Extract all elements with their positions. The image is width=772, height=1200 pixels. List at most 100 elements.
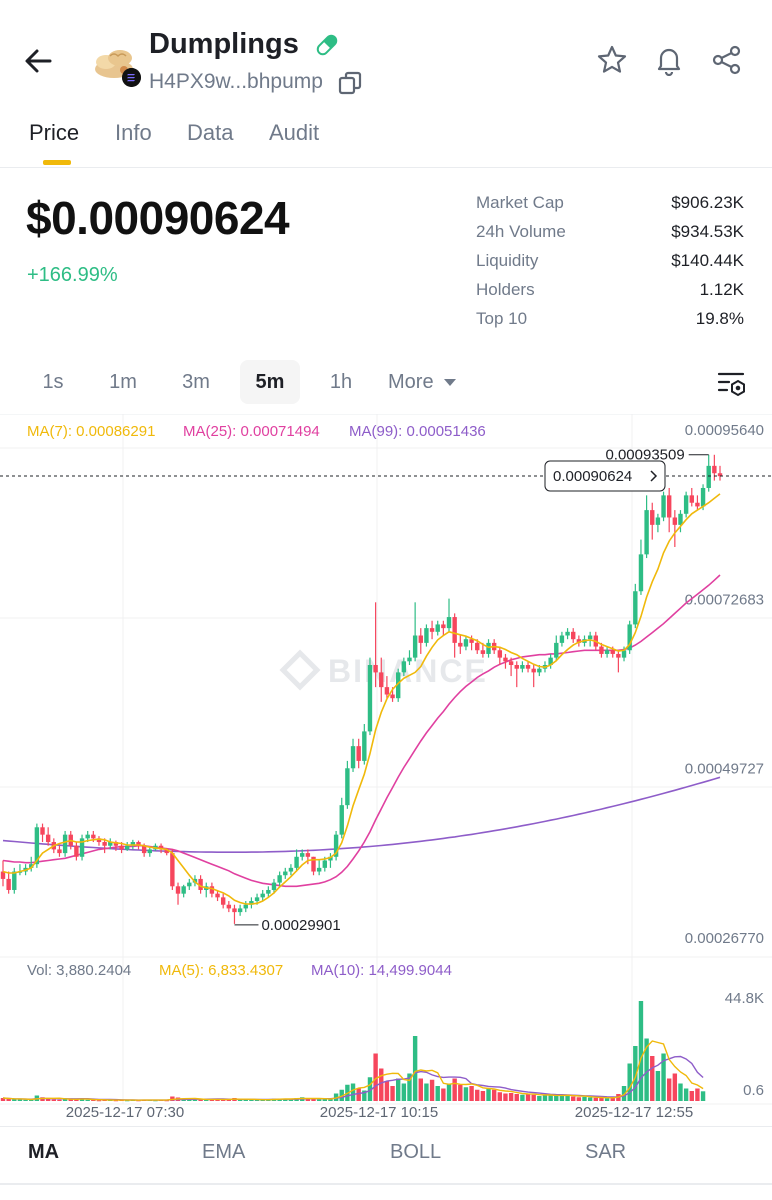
active-tab-indicator [43, 160, 71, 165]
candle-body [277, 875, 282, 883]
candle-body [57, 849, 62, 854]
volume-bars [0, 1001, 706, 1102]
interval-1h[interactable]: 1h [318, 360, 364, 404]
candle-body [266, 889, 271, 894]
candle-body [91, 834, 96, 839]
ma-legend: MA(7): 0.00086291 MA(25): 0.00071494 MA(… [27, 423, 486, 440]
stat-label: 24h Volume [476, 222, 566, 241]
candle-body [254, 897, 260, 902]
interval-1m[interactable]: 1m [98, 360, 148, 404]
candle-body [220, 897, 226, 905]
volume-bar [51, 1099, 57, 1101]
volume-bar [412, 1036, 418, 1101]
candle-body [486, 642, 491, 654]
volume-bar [627, 1063, 632, 1101]
y-axis-ticks: 0.000956400.000726830.000497270.00026770 [685, 422, 764, 947]
stat-value: $906.23K [671, 193, 744, 212]
candle-body [226, 904, 232, 909]
volume-bar [469, 1086, 474, 1101]
volume-bar [537, 1096, 542, 1101]
bell-icon[interactable] [653, 44, 685, 76]
volume-bar [666, 1078, 672, 1101]
high-low-markers: 0.00093509 0.00029901 [234, 447, 709, 934]
stat-label: Liquidity [476, 251, 539, 270]
candle-body [232, 908, 237, 913]
candle-body [650, 510, 655, 525]
interval-selector: 1s 1m 3m 5m 1h More [0, 360, 772, 406]
candle-body [554, 642, 559, 658]
tab-data[interactable]: Data [187, 120, 233, 146]
candle-body [480, 650, 486, 654]
candle-body [322, 860, 328, 868]
candle-body [525, 665, 531, 669]
candle-body [243, 904, 248, 909]
volume-legend-vol: Vol: 3,880.2404 [27, 962, 131, 979]
chart-settings-icon[interactable] [717, 370, 747, 398]
candle-body [644, 510, 649, 555]
volume-tick-max: 44.8K [725, 990, 764, 1007]
candle-body [604, 650, 610, 654]
candle-body [706, 465, 711, 488]
candle-body [175, 886, 181, 894]
indicator-ma[interactable]: MA [28, 1141, 59, 1164]
volume-bar [85, 1099, 90, 1101]
candle-body [181, 886, 186, 894]
volume-bar [57, 1099, 62, 1101]
volume-bar [525, 1094, 531, 1101]
candle-body [362, 731, 367, 761]
bottom-divider [0, 1183, 772, 1185]
candle-body [633, 591, 638, 625]
candle-body [300, 853, 305, 857]
volume-bar [542, 1094, 548, 1101]
price-chart[interactable]: BINANCE MA(7): 0.00086291 MA(25): 0.0007… [0, 414, 772, 1126]
interval-more[interactable]: More [388, 360, 484, 404]
volume-bar [514, 1094, 519, 1101]
interval-5m[interactable]: 5m [240, 360, 300, 404]
tab-audit[interactable]: Audit [269, 120, 319, 146]
candle-body [571, 631, 576, 640]
volume-bar [520, 1094, 525, 1101]
volume-tick-min: 0.6 [743, 1082, 764, 1099]
candle-body [700, 487, 706, 507]
volume-bar [593, 1097, 598, 1101]
candle-body [384, 687, 390, 695]
candle-body [672, 517, 678, 525]
candle-body [316, 867, 322, 872]
stat-liquidity: Liquidity $140.44K [476, 249, 744, 278]
volume-bar [650, 1056, 655, 1101]
stat-top-10: Top 10 19.8% [476, 307, 744, 336]
volume-bar [700, 1091, 706, 1101]
interval-1s[interactable]: 1s [28, 360, 78, 404]
low-price-label: 0.00029901 [261, 917, 340, 934]
volume-bar [475, 1089, 480, 1101]
volume-bar [678, 1083, 683, 1101]
arrow-left-icon[interactable] [20, 42, 58, 80]
candle-body [655, 517, 661, 525]
x-axis-ticks: 2025-12-17 07:30 2025-12-17 10:15 2025-12-… [66, 1104, 693, 1121]
share-icon[interactable] [711, 44, 743, 76]
volume-bar [395, 1078, 401, 1101]
volume-bar [695, 1088, 700, 1101]
candle-body [435, 624, 440, 632]
indicator-boll[interactable]: BOLL [390, 1141, 441, 1164]
indicator-ema[interactable]: EMA [202, 1141, 245, 1164]
candle-body [305, 853, 311, 857]
star-icon[interactable] [596, 44, 628, 76]
volume-legend: Vol: 3,880.2404 MA(5): 6,833.4307 MA(10)… [27, 962, 452, 979]
interval-3m[interactable]: 3m [170, 360, 222, 404]
tab-price[interactable]: Price [29, 120, 79, 146]
candle-body [294, 856, 299, 868]
copy-icon[interactable] [337, 70, 363, 96]
candle-body [610, 650, 615, 654]
stat-label: Holders [476, 280, 535, 299]
candle-body [260, 893, 265, 898]
tab-info[interactable]: Info [115, 120, 152, 146]
volume-bar [582, 1096, 587, 1101]
y-tick-label: 0.00049727 [685, 761, 764, 778]
ma7-line [2, 493, 721, 905]
volume-bar [565, 1095, 570, 1101]
indicator-sar[interactable]: SAR [585, 1141, 626, 1164]
candle-body [379, 672, 384, 688]
candle-body [187, 882, 192, 887]
candle-body [678, 513, 683, 525]
